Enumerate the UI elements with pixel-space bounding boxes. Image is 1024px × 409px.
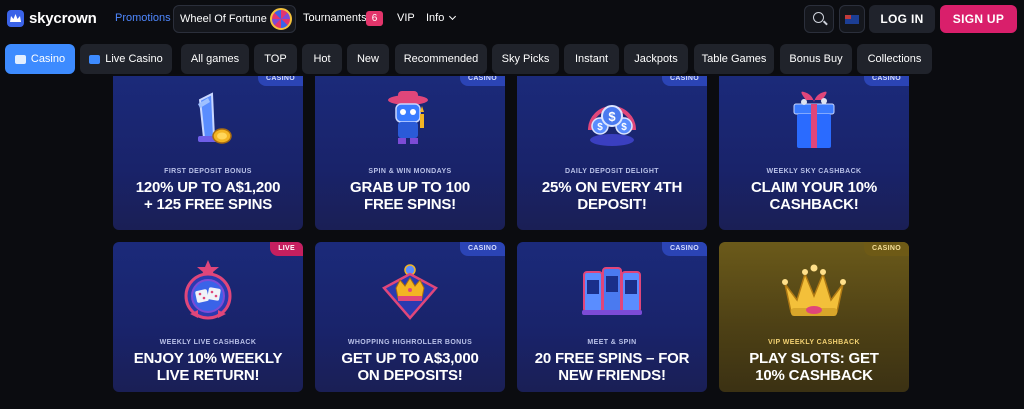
promo-card-daily-deposit[interactable]: CASINO $ $ $ DAILY DEPOSIT DELIGHT 25% O… xyxy=(517,76,707,230)
card-subtitle: DAILY DEPOSIT DELIGHT xyxy=(565,168,659,175)
headline-line-2: NEW FRIENDS! xyxy=(558,367,666,384)
headline-line-1: PLAY SLOTS: GET xyxy=(749,350,879,367)
headline-line-1: 20 FREE SPINS – FOR xyxy=(534,350,690,367)
search-button[interactable] xyxy=(804,5,834,33)
nav-wheel-of-fortune[interactable]: Wheel Of Fortune xyxy=(173,5,296,33)
tab-top[interactable]: TOP xyxy=(254,44,297,74)
card-subtitle: FIRST DEPOSIT BONUS xyxy=(164,168,252,175)
card-subtitle: WEEKLY SKY CASHBACK xyxy=(766,168,862,175)
headline-line-2: LIVE RETURN! xyxy=(156,367,260,384)
card-badge: CASINO xyxy=(863,76,909,86)
headline-line-2: FREE SPINS! xyxy=(364,196,456,213)
nav-promotions[interactable]: Promotions xyxy=(115,12,171,24)
headline-line-2: CASHBACK! xyxy=(769,196,859,213)
nav-tournaments[interactable]: Tournaments xyxy=(303,12,367,24)
card-headline: ENJOY 10% WEEKLY LIVE RETURN! xyxy=(113,350,303,384)
tab-instant[interactable]: Instant xyxy=(564,44,619,74)
card-badge: CASINO xyxy=(661,242,707,256)
headline-line-1: 25% ON EVERY 4TH xyxy=(541,179,683,196)
promo-card-vip-weekly-cashback[interactable]: CASINO VIP WEEKLY CASHBACK PLAY SLOTS: G… xyxy=(719,242,909,392)
headline-line-1: 120% UP TO A$1,200 xyxy=(135,179,281,196)
signup-button[interactable]: SIGN UP xyxy=(940,5,1017,33)
info-label: Info xyxy=(426,12,445,24)
card-headline: GRAB UP TO 100 FREE SPINS! xyxy=(315,179,505,213)
tab-sky-picks[interactable]: Sky Picks xyxy=(492,44,559,74)
chevron-down-icon xyxy=(449,12,457,21)
promo-card-first-deposit[interactable]: CASINO FIRST DEPOSIT BONUS 120% UP TO A$… xyxy=(113,76,303,230)
logo-text: skycrown xyxy=(29,10,97,27)
tab-jackpots[interactable]: Jackpots xyxy=(624,44,688,74)
headline-line-1: ENJOY 10% WEEKLY xyxy=(133,350,283,367)
promo-card-meet-spin[interactable]: CASINO MEET & SPIN 20 FREE SPINS – FOR N… xyxy=(517,242,707,392)
top-header: skycrown Promotions Wheel Of Fortune Tou… xyxy=(0,0,1024,38)
logo[interactable]: skycrown xyxy=(7,10,97,27)
coin-stack-icon: $ $ $ xyxy=(580,86,644,157)
tab-label: Casino xyxy=(30,53,66,65)
card-subtitle: SPIN & WIN MONDAYS xyxy=(368,168,452,175)
card-badge: CASINO xyxy=(257,76,303,86)
tournaments-count-badge: 6 xyxy=(366,11,383,26)
card-badge: CASINO xyxy=(863,242,909,256)
gift-box-icon xyxy=(784,88,844,159)
card-headline: 120% UP TO A$1,200 + 125 FREE SPINS xyxy=(113,179,303,213)
tab-all-games[interactable]: All games xyxy=(181,44,249,74)
card-headline: PLAY SLOTS: GET 10% CASHBACK xyxy=(719,350,909,384)
headline-line-1: GET UP TO A$3,000 xyxy=(341,350,479,367)
tab-hot[interactable]: Hot xyxy=(302,44,342,74)
svg-text:$: $ xyxy=(597,122,603,133)
gold-crown-icon xyxy=(779,264,849,327)
promo-card-weekly-live-cashback[interactable]: LIVE WEEKLY LIVE CASHBACK ENJOY 10% WEEK… xyxy=(113,242,303,392)
slot-machines-icon xyxy=(580,262,644,323)
number-one-icon xyxy=(178,90,238,157)
headline-line-2: + 125 FREE SPINS xyxy=(143,196,273,213)
tab-bonus-buy[interactable]: Bonus Buy xyxy=(780,44,852,74)
login-button[interactable]: LOG IN xyxy=(869,5,935,33)
promo-card-spin-win-mondays[interactable]: CASINO SPIN & WIN MONDAYS GRAB UP TO 100… xyxy=(315,76,505,230)
card-headline: 20 FREE SPINS – FOR NEW FRIENDS! xyxy=(517,350,707,384)
svg-text:$: $ xyxy=(608,109,616,124)
card-badge: CASINO xyxy=(459,76,505,86)
card-subtitle: VIP WEEKLY CASHBACK xyxy=(768,339,860,346)
headline-line-2: DEPOSIT! xyxy=(577,196,647,213)
card-headline: CLAIM YOUR 10% CASHBACK! xyxy=(719,179,909,213)
headline-line-2: 10% CASHBACK xyxy=(755,367,873,384)
crown-icon xyxy=(7,10,24,27)
tab-label: Live Casino xyxy=(105,53,163,65)
svg-text:$: $ xyxy=(621,122,627,133)
crown-shield-icon xyxy=(378,260,442,327)
wheel-of-fortune-label: Wheel Of Fortune xyxy=(180,13,267,25)
card-badge: CASINO xyxy=(459,242,505,256)
language-button[interactable] xyxy=(839,5,865,33)
dice-emblem-icon xyxy=(176,258,240,329)
card-subtitle: WEEKLY LIVE CASHBACK xyxy=(159,339,257,346)
card-subtitle: MEET & SPIN xyxy=(587,339,637,346)
tab-recommended[interactable]: Recommended xyxy=(395,44,487,74)
tab-live-casino[interactable]: Live Casino xyxy=(80,44,172,74)
promo-card-highroller[interactable]: CASINO WHOPPING HIGHROLLER BONUS GET UP … xyxy=(315,242,505,392)
tab-new[interactable]: New xyxy=(347,44,389,74)
cowboy-robot-icon xyxy=(380,88,440,155)
play-icon xyxy=(89,54,101,64)
nav-info-dropdown[interactable]: Info xyxy=(426,12,457,24)
headline-line-2: ON DEPOSITS! xyxy=(357,367,463,384)
card-headline: GET UP TO A$3,000 ON DEPOSITS! xyxy=(315,350,505,384)
tab-casino[interactable]: Casino xyxy=(5,44,75,74)
promo-card-weekly-sky-cashback[interactable]: CASINO WEEKLY SKY CASHBACK CLAIM YOUR 10… xyxy=(719,76,909,230)
card-subtitle: WHOPPING HIGHROLLER BONUS xyxy=(347,339,473,346)
fortune-wheel-icon xyxy=(270,8,292,30)
headline-line-1: GRAB UP TO 100 xyxy=(349,179,471,196)
card-badge: LIVE xyxy=(270,242,303,256)
headline-line-1: CLAIM YOUR 10% xyxy=(750,179,878,196)
category-bar: Casino Live Casino All games TOP Hot New… xyxy=(0,44,1024,76)
tab-table-games[interactable]: Table Games xyxy=(694,44,774,74)
nav-vip[interactable]: VIP xyxy=(397,12,415,24)
card-headline: 25% ON EVERY 4TH DEPOSIT! xyxy=(517,179,707,213)
tab-collections[interactable]: Collections xyxy=(857,44,932,74)
briefcase-icon xyxy=(14,54,26,64)
card-badge: CASINO xyxy=(661,76,707,86)
australia-flag-icon xyxy=(845,14,859,24)
